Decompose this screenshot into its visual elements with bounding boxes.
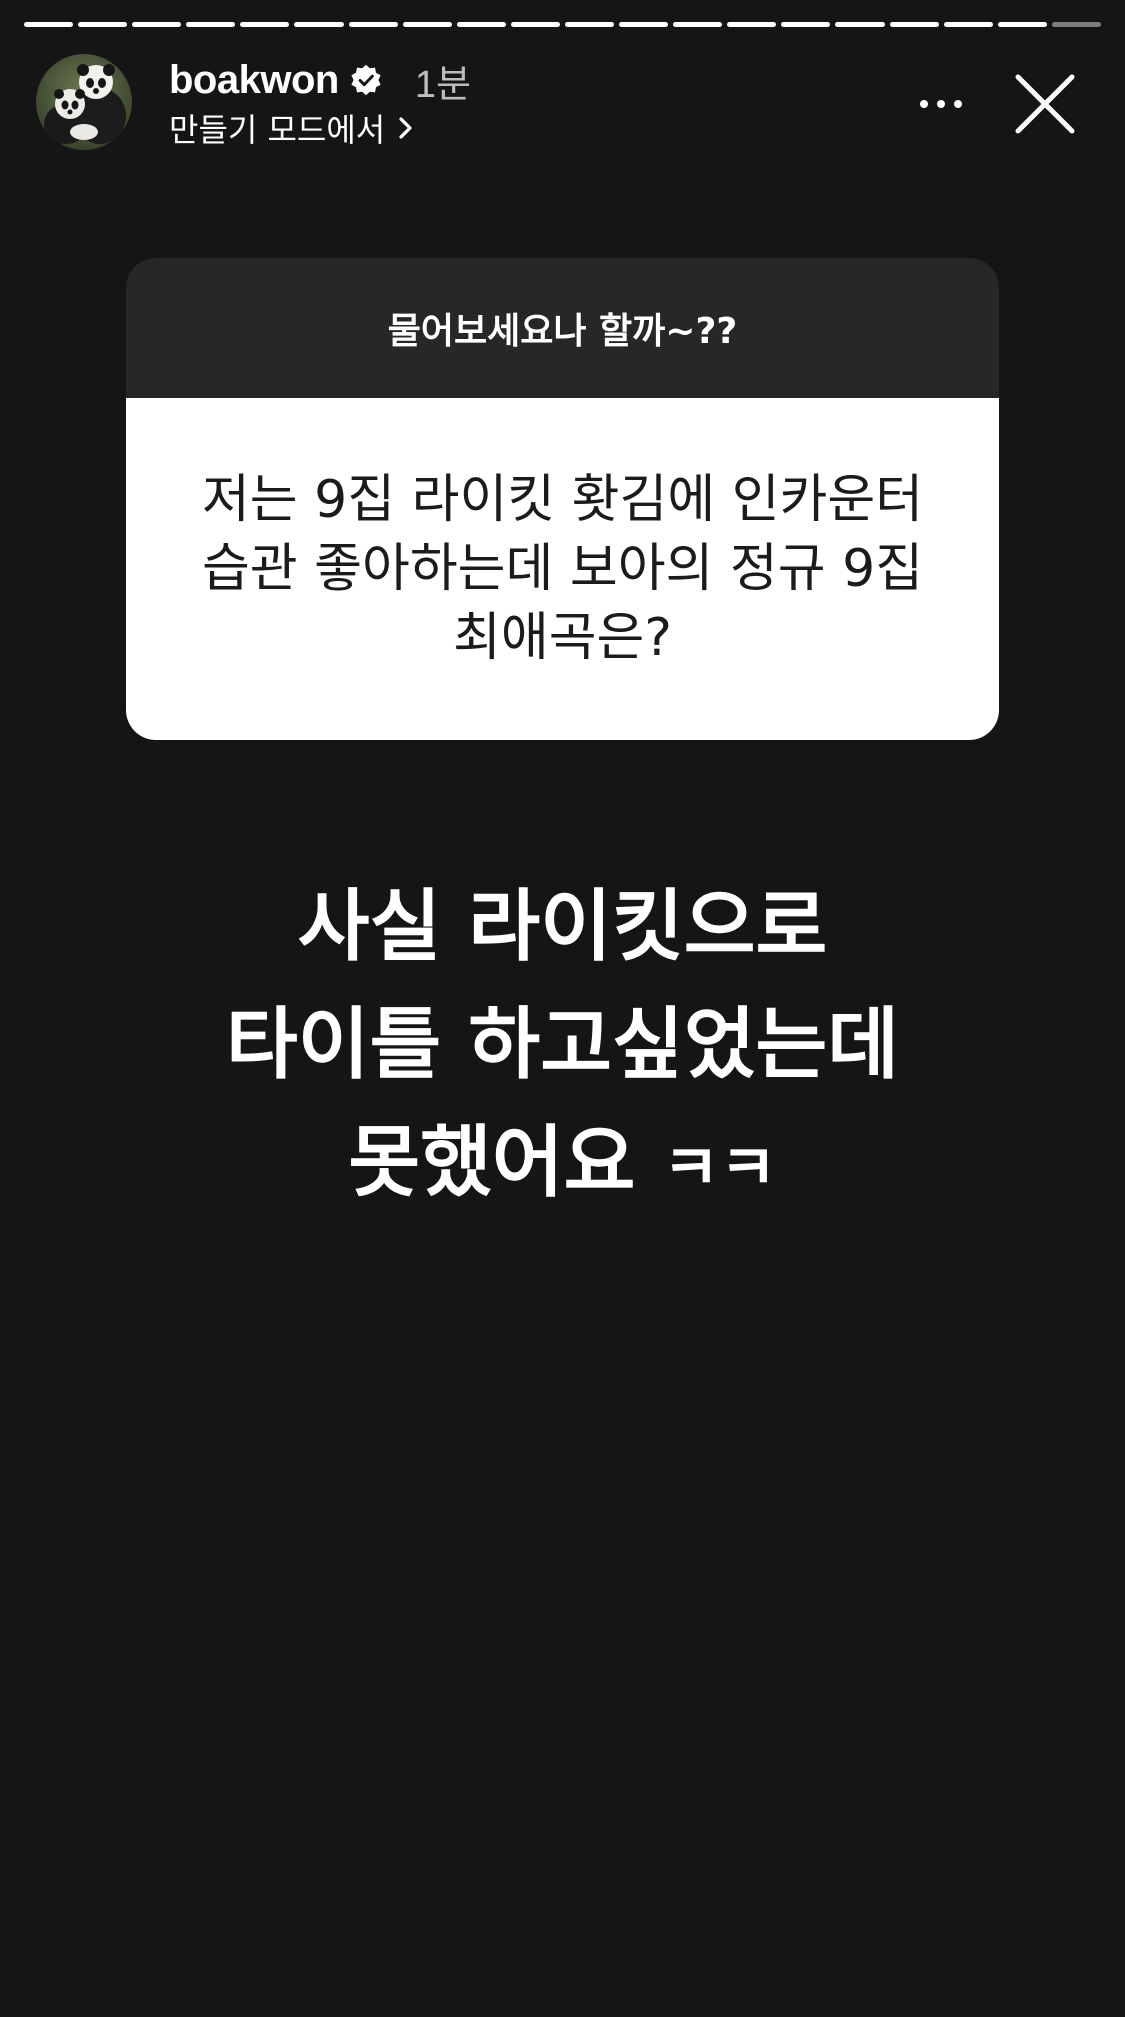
panda-avatar[interactable]: [36, 54, 132, 150]
post-time: 1분: [414, 63, 471, 106]
progress-segment: [781, 22, 831, 27]
username[interactable]: boakwon: [169, 58, 339, 103]
progress-segment: [294, 22, 344, 27]
progress-segment: [186, 22, 236, 27]
progress-segment: [619, 22, 669, 27]
close-icon: [1015, 74, 1075, 134]
username-row: boakwon 1분: [169, 54, 471, 106]
more-options-button[interactable]: [911, 74, 971, 134]
progress-segment: [402, 22, 452, 27]
progress-segment: [564, 22, 615, 27]
question-line: 최애곡은?: [453, 607, 672, 668]
progress-segment: [835, 22, 885, 27]
story-progress-bar: [24, 22, 1101, 27]
progress-segment: [997, 22, 1047, 27]
progress-segment: [456, 22, 506, 27]
answer-line: 못했어요: [348, 1118, 636, 1208]
question-text: 저는 9집 라이킷 홧김에 인카운터 습관 좋아하는데 보아의 정규 9집 최애…: [126, 398, 999, 740]
verified-badge-icon: [351, 64, 381, 96]
progress-segment: [348, 22, 398, 27]
progress-segment: [132, 22, 182, 27]
answer-text: 사실 라이킷으로 타이틀 하고싶었는데 못했어요 ㅋㅋ: [60, 868, 1065, 1227]
more-dot: [954, 100, 962, 108]
question-line: 습관 좋아하는데 보아의 정규 9집: [201, 538, 924, 599]
story-header: boakwon 1분 만들기 모드에서: [36, 54, 1101, 154]
progress-segment: [510, 22, 560, 27]
creation-mode-link[interactable]: 만들기 모드에서: [169, 106, 415, 150]
progress-segment: [889, 22, 939, 27]
creation-mode-label: 만들기 모드에서: [169, 111, 386, 149]
answer-line: 사실 라이킷으로: [297, 882, 828, 972]
close-button[interactable]: [995, 54, 1095, 154]
answer-suffix: ㅋㅋ: [662, 1131, 777, 1204]
panda-avatar-icon: [44, 64, 126, 144]
more-dot: [937, 100, 945, 108]
progress-segment: [673, 22, 723, 27]
answer-line-last: 못했어요 ㅋㅋ: [60, 1104, 1065, 1227]
question-sticker: 물어보세요나 할까~?? 저는 9집 라이킷 홧김에 인카운터 습관 좋아하는데…: [126, 258, 999, 740]
question-line: 저는 9집 라이킷 홧김에 인카운터: [201, 469, 924, 530]
progress-segment: [943, 22, 993, 27]
progress-segment: [78, 22, 128, 27]
more-horizontal-icon: [920, 100, 928, 108]
answer-line: 타이틀 하고싶었는데: [226, 1000, 899, 1090]
progress-segment: [240, 22, 290, 27]
question-prompt: 물어보세요나 할까~??: [126, 258, 999, 398]
progress-segment: [24, 22, 74, 27]
progress-segment: [1051, 22, 1101, 27]
chevron-right-icon: [399, 117, 412, 139]
progress-segment: [727, 22, 777, 27]
